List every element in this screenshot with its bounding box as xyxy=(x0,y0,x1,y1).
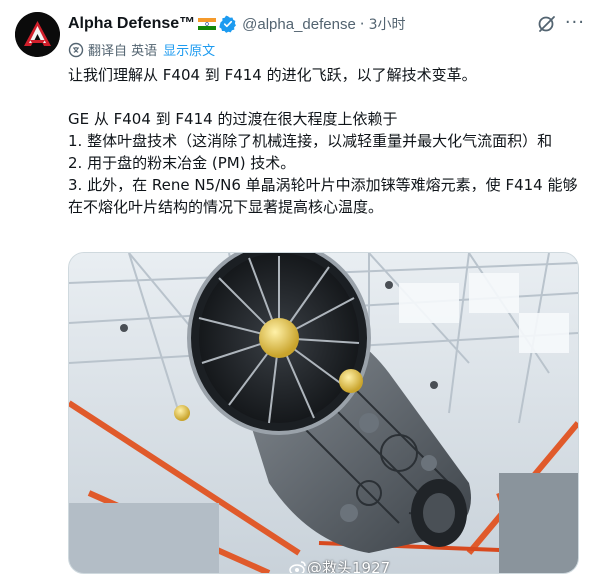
show-original-link[interactable]: 显示原文 xyxy=(163,40,215,59)
tweet-line-point-3: 3. 此外，在 Rene N5/N6 单晶涡轮叶片中添加铼等难熔元素，使 F41… xyxy=(68,176,578,216)
watermark-text: @救头1927 xyxy=(307,559,391,574)
tweet-line-point-2: 2. 用于盘的粉末冶金 (PM) 技术。 xyxy=(68,154,296,172)
tweet-line-point-1: 1. 整体叶盘技术（这消除了机械连接，以减轻重量并最大化气流面积）和 xyxy=(68,132,553,150)
verified-badge-icon[interactable] xyxy=(219,15,237,33)
tweet-time[interactable]: 3小时 xyxy=(369,14,406,34)
india-flag-icon xyxy=(198,18,217,30)
avatar[interactable] xyxy=(15,12,60,57)
author-handle[interactable]: @alpha_defense xyxy=(242,16,356,33)
alpha-defense-logo-icon xyxy=(15,12,60,57)
separator-dot: · xyxy=(359,15,365,33)
tweet-text: 让我们理解从 F404 到 F414 的进化飞跃，以了解技术变革。 GE 从 F… xyxy=(68,64,583,218)
tweet-line-transition: GE 从 F404 到 F414 的过渡在很大程度上依赖于 xyxy=(68,110,398,128)
more-options-icon[interactable]: ··· xyxy=(565,12,585,33)
translated-from-label: 翻译自 英语 xyxy=(88,44,158,59)
weibo-logo-icon xyxy=(289,560,306,573)
tweet-line-intro: 让我们理解从 F404 到 F414 的进化飞跃，以了解技术变革。 xyxy=(68,66,477,84)
media-watermark: @救头1927 xyxy=(289,557,391,574)
tweet-header: Alpha Defense™ @alpha_defense · 3小时 xyxy=(68,12,587,36)
translation-bar: 翻译自 英语 显示原文 xyxy=(68,40,215,59)
tweet-media-image[interactable]: @救头1927 xyxy=(68,252,579,574)
grok-icon[interactable] xyxy=(537,14,557,34)
translate-icon xyxy=(68,42,84,57)
author-name[interactable]: Alpha Defense™ xyxy=(68,15,195,33)
jet-engine-photo xyxy=(69,253,578,573)
